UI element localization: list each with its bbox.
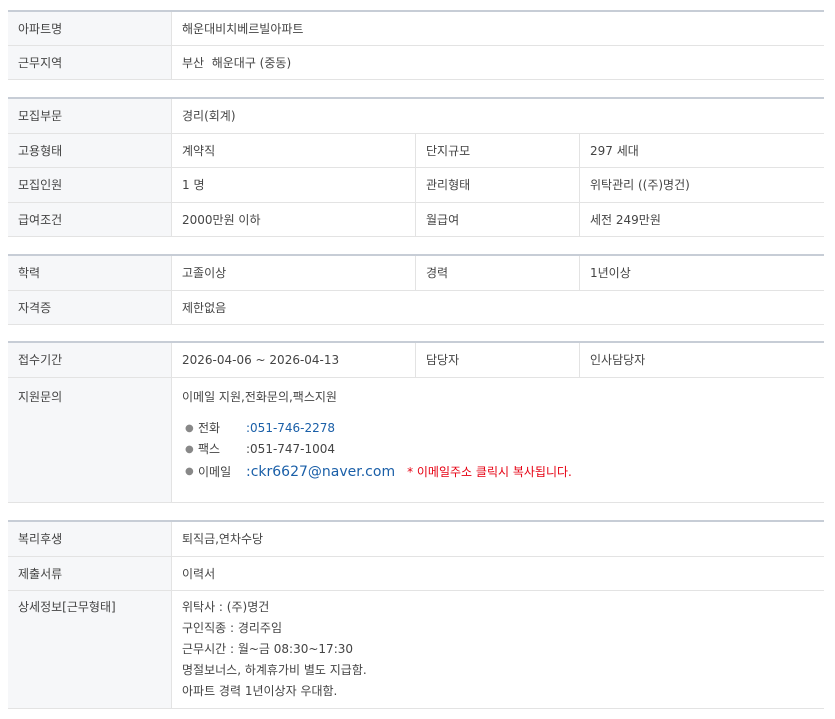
edu-row: 학력 고졸이상 경력 1년이상 [8,256,824,291]
detail-line: 구인직종 : 경리주임 [182,621,282,635]
exp-value: 1년이상 [590,266,631,280]
employment-value: 계약직 [172,134,416,167]
headcount-value: 1 명 [172,168,416,202]
docs-row: 제출서류 이력서 [8,557,824,591]
region-label: 근무지역 [8,46,172,79]
cert-row: 자격증 제한없음 [8,291,824,325]
apt-name-value: 해운대비치베르빌아파트 [182,22,304,36]
bullet-icon: ● [185,423,194,434]
dept-value: 경리(회계) [182,109,236,123]
inquiry-label: 지원문의 [8,378,172,502]
docs-value: 이력서 [182,567,216,581]
welfare-label: 복리후생 [8,522,172,556]
region-row: 근무지역 부산 해운대구 (중동) [8,46,824,80]
bullet-icon: ● [185,444,194,455]
employment-row: 고용형태 계약직 단지규모 297 세대 [8,134,824,168]
complex-label: 단지규모 [416,134,580,167]
phone-link[interactable]: :051-746-2278 [246,421,335,435]
cert-label: 자격증 [8,291,172,324]
additional-info-table: 복리후생 퇴직금,연차수당 제출서류 이력서 상세정보[근무형태] 위탁사 : … [8,520,824,709]
employment-label: 고용형태 [8,134,172,167]
detail-label: 상세정보[근무형태] [8,591,172,708]
edu-value: 고졸이상 [172,256,416,290]
period-row: 접수기간 2026-04-06 ~ 2026-04-13 담당자 인사담당자 [8,343,824,378]
manager-label: 담당자 [416,343,580,377]
inquiry-row: 지원문의 이메일 지원,전화문의,팩스지원 ● 전화 :051-746-2278 … [8,378,824,503]
qualification-table: 학력 고졸이상 경력 1년이상 자격증 제한없음 [8,254,824,325]
detail-content: 위탁사 : (주)명건 구인직종 : 경리주임 근무시간 : 월~금 08:30… [172,591,824,708]
detail-line: 아파트 경력 1년이상자 우대함. [182,684,338,698]
detail-line: 근무시간 : 월~금 08:30~17:30 [182,642,354,656]
headcount-label: 모집인원 [8,168,172,202]
salary-value: 2000만원 이하 [172,203,416,236]
salary-row: 급여조건 2000만원 이하 월급여 세전 249만원 [8,203,824,237]
dept-row: 모집부문 경리(회계) [8,99,824,134]
manager-value: 인사담당자 [590,353,646,367]
salary-label: 급여조건 [8,203,172,236]
period-label: 접수기간 [8,343,172,377]
edu-label: 학력 [8,256,172,290]
apt-name-row: 아파트명 해운대비치베르빌아파트 [8,12,824,46]
email-link[interactable]: :ckr6627@naver.com [246,464,395,480]
headcount-row: 모집인원 1 명 관리형태 위탁관리 ((주)명건) [8,168,824,203]
recruit-info-table: 모집부문 경리(회계) 고용형태 계약직 단지규모 297 세대 모집인원 1 … [8,97,824,237]
contact-phone: ● 전화 :051-746-2278 [182,418,824,439]
inquiry-methods: 이메일 지원,전화문의,팩스지원 [182,390,337,404]
complex-value: 297 세대 [590,144,639,158]
welfare-row: 복리후생 퇴직금,연차수당 [8,522,824,557]
basic-info-table: 아파트명 해운대비치베르빌아파트 근무지역 부산 해운대구 (중동) [8,10,824,80]
detail-line: 명절보너스, 하계휴가비 별도 지급함. [182,663,367,677]
monthly-value: 세전 249만원 [590,213,661,227]
contact-list: ● 전화 :051-746-2278 ● 팩스 :051-747-1004 ● 이메… [182,418,824,484]
email-copy-notice: * 이메일주소 클릭시 복사됩니다. [407,465,572,479]
application-table: 접수기간 2026-04-06 ~ 2026-04-13 담당자 인사담당자 지… [8,341,824,503]
contact-email: ● 이메일 :ckr6627@naver.com * 이메일주소 클릭시 복사됩니다… [182,460,824,484]
contact-fax: ● 팩스 :051-747-1004 [182,439,824,460]
bullet-icon: ● [185,466,194,477]
inquiry-content: 이메일 지원,전화문의,팩스지원 ● 전화 :051-746-2278 ● 팩스:… [172,378,824,502]
fax-value: :051-747-1004 [246,442,336,456]
period-value: 2026-04-06 ~ 2026-04-13 [172,343,416,377]
apt-name-label: 아파트명 [8,12,172,45]
mgmt-label: 관리형태 [416,168,580,202]
detail-line: 위탁사 : (주)명건 [182,600,270,614]
phone-label: 전화 [198,421,221,435]
region-value: 부산 해운대구 (중동) [182,56,292,70]
detail-row: 상세정보[근무형태] 위탁사 : (주)명건 구인직종 : 경리주임 근무시간 … [8,591,824,709]
mgmt-value: 위탁관리 ((주)명건) [590,178,690,192]
cert-value: 제한없음 [182,301,227,315]
welfare-value: 퇴직금,연차수당 [182,532,264,546]
email-label: 이메일 [198,465,232,479]
dept-label: 모집부문 [8,99,172,133]
exp-label: 경력 [416,256,580,290]
fax-label: 팩스 [198,442,221,456]
docs-label: 제출서류 [8,557,172,590]
monthly-label: 월급여 [416,203,580,236]
